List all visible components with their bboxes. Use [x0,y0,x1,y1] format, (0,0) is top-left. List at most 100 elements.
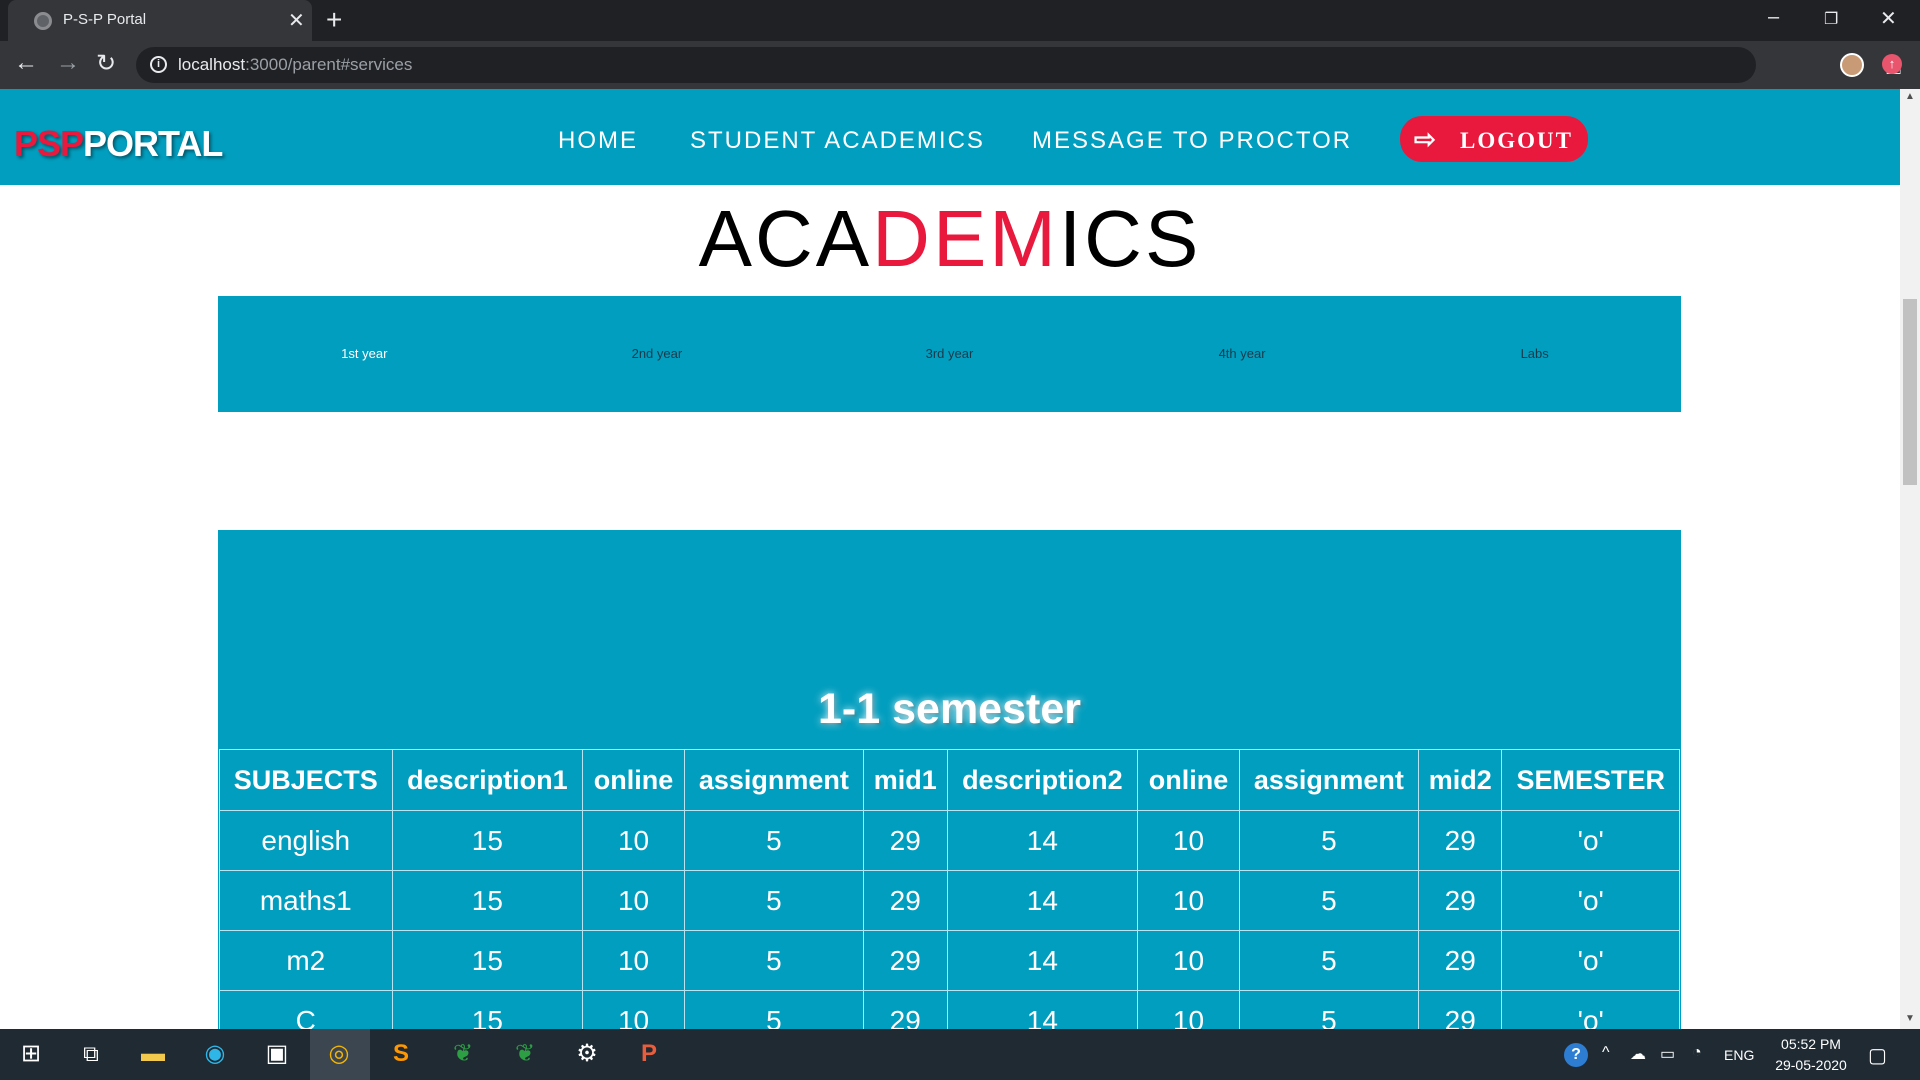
table-cell: 14 [946,990,1139,1029]
marks-table: SUBJECTS description1 online assignment … [219,749,1680,1029]
year-tabs: 1st year 2nd year 3rd year 4th year Labs [218,296,1681,412]
semester-panel: 1-1 semester SUBJECTS description1 onlin… [218,530,1681,1029]
tab-2nd-year[interactable]: 2nd year [511,296,804,412]
terminal-icon[interactable]: ▣ [260,1037,294,1071]
clock-date[interactable]: 29-05-2020 [1768,1057,1854,1073]
table-cell: 10 [1137,810,1240,871]
table-cell: 5 [683,930,864,991]
edge-icon[interactable]: ◉ [198,1037,232,1071]
browser-toolbar: ← → ↻ i localhost:3000/parent#services ⚿… [0,41,1920,89]
table-cell: english [219,810,393,871]
info-icon[interactable]: i [150,56,167,73]
clock-time[interactable]: 05:52 PM [1776,1036,1846,1052]
profile-avatar[interactable] [1840,53,1864,77]
tab-1st-year[interactable]: 1st year [218,296,511,412]
table-row: maths1 15 10 5 29 14 10 5 29 'o' [219,870,1680,931]
address-bar[interactable]: i localhost:3000/parent#services ⚿ ☆ [136,47,1901,83]
sublime-text-icon[interactable]: S [384,1037,418,1071]
tab-labs[interactable]: Labs [1388,296,1681,412]
file-explorer-icon[interactable]: ▬ [136,1037,170,1071]
table-cell: 10 [582,930,685,991]
table-cell: 29 [1417,930,1503,991]
logout-label: LOGOUT [1460,128,1573,153]
tab-4th-year[interactable]: 4th year [1096,296,1389,412]
semester-title: 1-1 semester [818,685,1081,733]
table-cell: 15 [391,990,584,1029]
table-row: english 15 10 5 29 14 10 5 29 'o' [219,810,1680,871]
table-cell: 15 [391,870,584,931]
scroll-up-icon[interactable]: ▲ [1905,91,1915,102]
table-cell: 5 [1238,810,1419,871]
table-cell: 10 [582,990,685,1029]
table-cell: 10 [582,810,685,871]
help-icon[interactable]: ? [1564,1043,1588,1067]
table-cell: 'o' [1501,810,1680,871]
globe-icon [34,12,52,30]
table-cell: 5 [1238,990,1419,1029]
settings-icon[interactable]: ⚙ [570,1037,604,1071]
window-close-icon[interactable]: ✕ [1880,6,1897,31]
minimize-icon[interactable]: – [1768,6,1779,29]
logout-button[interactable]: ⇨ LOGOUT [1400,116,1588,162]
battery-icon[interactable]: ▭ [1660,1044,1675,1064]
wifi-icon[interactable]: ◔ [1692,1044,1702,1062]
table-cell: 15 [391,930,584,991]
nav-link-student-academics[interactable]: STUDENT ACADEMICS [690,127,985,155]
update-icon[interactable]: ↑ [1882,54,1902,74]
table-cell: 14 [946,810,1139,871]
site-logo[interactable]: PSPPORTAL [14,123,223,165]
mongodb-compass-icon[interactable]: ❦ [508,1037,542,1071]
back-arrow-icon[interactable]: ← [14,49,38,77]
close-tab-icon[interactable]: ✕ [288,8,305,33]
tab-title: P-S-P Portal [63,11,147,28]
table-cell: 29 [1417,810,1503,871]
logo-portal: PORTAL [83,123,223,164]
scroll-down-icon[interactable]: ▼ [1905,1013,1915,1024]
cloud-icon[interactable]: ☁ [1630,1044,1646,1064]
chrome-icon[interactable]: ◎ [322,1037,356,1071]
table-cell: 'o' [1501,870,1680,931]
column-header: online [1137,749,1240,811]
table-row: m2 15 10 5 29 14 10 5 29 'o' [219,930,1680,991]
table-cell: 29 [862,870,948,931]
table-cell: 'o' [1501,930,1680,991]
column-header: mid2 [1417,749,1503,811]
scrollbar-thumb[interactable] [1903,299,1917,485]
column-header: assignment [683,749,864,811]
forward-arrow-icon[interactable]: → [56,49,80,77]
table-cell: 5 [1238,870,1419,931]
page-scrollbar[interactable]: ▲ ▼ [1900,89,1920,1029]
page-title: ACADEMICS [0,193,1900,285]
new-tab-button[interactable]: + [326,4,342,36]
column-header: mid1 [862,749,948,811]
browser-tab-strip: P-S-P Portal ✕ + – ❐ ✕ [0,0,1920,41]
tab-3rd-year[interactable]: 3rd year [803,296,1096,412]
table-cell: m2 [219,930,393,991]
language-indicator[interactable]: ENG [1724,1047,1754,1063]
nav-link-home[interactable]: HOME [558,127,638,155]
table-cell: 10 [1137,930,1240,991]
task-view-icon[interactable]: ⧉ [74,1037,108,1071]
table-cell: maths1 [219,870,393,931]
table-cell: 5 [683,870,864,931]
page-viewport: PSPPORTAL HOME STUDENT ACADEMICS MESSAGE… [0,89,1900,1029]
table-header-row: SUBJECTS description1 online assignment … [219,749,1680,811]
notification-icon[interactable]: ▢ [1868,1043,1887,1068]
table-row: C 15 10 5 29 14 10 5 29 'o' [219,990,1680,1029]
windows-start-icon[interactable]: ⊞ [14,1037,48,1071]
table-cell: 14 [946,870,1139,931]
column-header: SUBJECTS [219,749,393,811]
mongodb-icon[interactable]: ❦ [446,1037,480,1071]
column-header: description1 [391,749,584,811]
browser-tab[interactable]: P-S-P Portal ✕ [8,0,312,41]
site-navbar: PSPPORTAL HOME STUDENT ACADEMICS MESSAGE… [0,89,1900,185]
nav-link-message-to-proctor[interactable]: MESSAGE TO PROCTOR [1032,127,1352,155]
powerpoint-icon[interactable]: P [632,1037,666,1071]
table-cell: 10 [582,870,685,931]
tray-chevron-icon[interactable]: ^ [1602,1044,1610,1062]
table-cell: 5 [683,810,864,871]
restore-icon[interactable]: ❐ [1824,9,1838,29]
reload-icon[interactable]: ↻ [96,49,116,78]
table-cell: 15 [391,810,584,871]
table-cell: 29 [1417,870,1503,931]
